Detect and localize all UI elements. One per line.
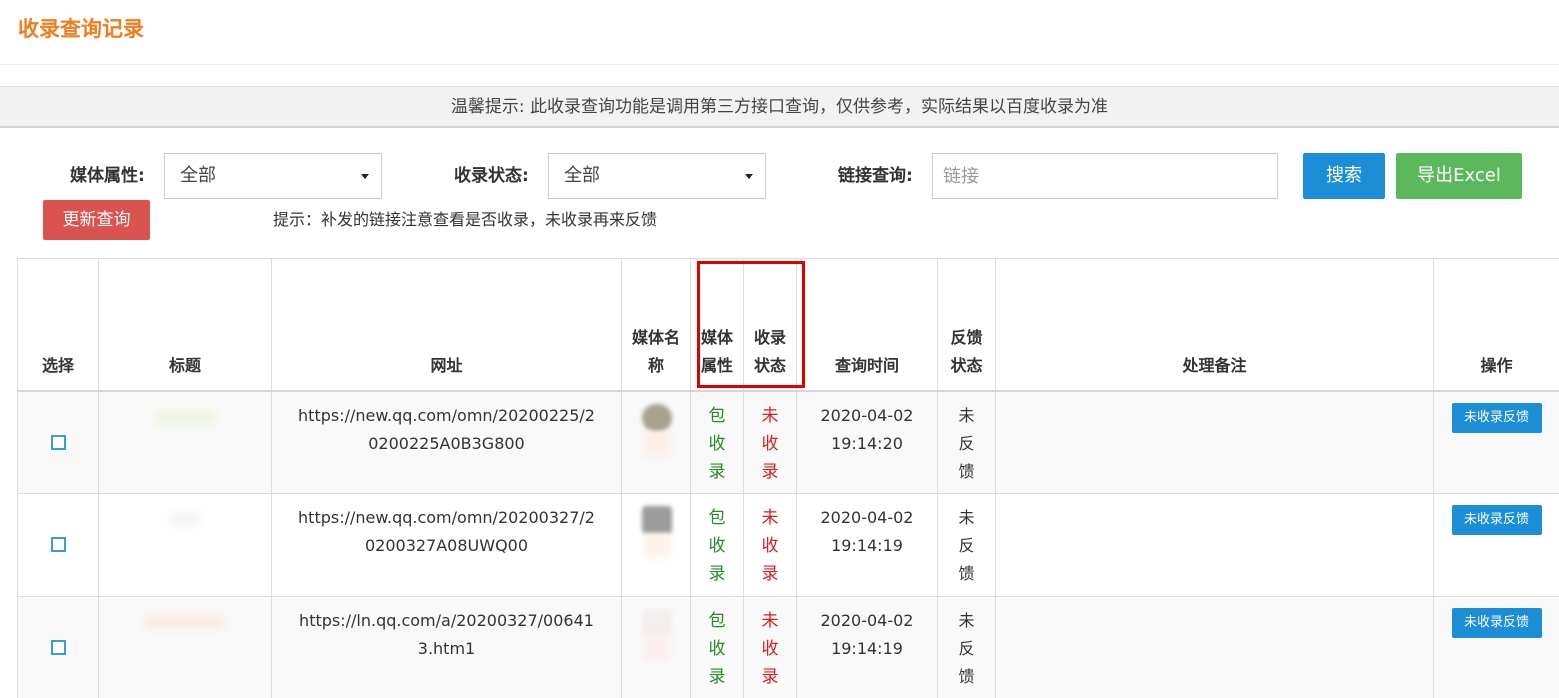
media-attr-value: 包收录 — [708, 405, 726, 482]
query-clock: 19:14:19 — [831, 639, 903, 658]
table-row: https://new.qq.com/omn/20200327/20200327… — [17, 493, 1559, 597]
header-select: 选择 — [17, 258, 99, 391]
header-feedback-status: 反馈状态 — [937, 258, 996, 391]
row-checkbox[interactable] — [50, 434, 66, 450]
note-cell — [995, 390, 1434, 494]
chevron-down-icon — [361, 174, 369, 179]
feedback-status-value: 未反馈 — [958, 611, 975, 686]
page-title: 收录查询记录 — [18, 17, 144, 41]
index-status-value: 未收录 — [761, 508, 779, 584]
blurred-title — [170, 512, 200, 526]
select-cell — [17, 596, 99, 698]
header-note: 处理备注 — [995, 258, 1434, 391]
media-attr-select-value: 全部 — [180, 165, 216, 186]
action-cell: 未收录反馈 — [1433, 493, 1559, 597]
export-excel-button[interactable]: 导出Excel — [1396, 153, 1522, 199]
index-status-select[interactable]: 全部 — [548, 153, 766, 199]
not-indexed-feedback-button[interactable]: 未收录反馈 — [1451, 402, 1542, 433]
url-cell: https://new.qq.com/omn/20200327/20200327… — [271, 493, 622, 597]
page: 收录查询记录 温馨提示: 此收录查询功能是调用第三方接口查询，仅供参考，实际结果… — [0, 0, 1559, 698]
query-date: 2020-04-02 — [820, 611, 914, 630]
action-cell: 未收录反馈 — [1433, 596, 1559, 698]
feedback-status-cell: 未反馈 — [937, 390, 996, 494]
header-query-time: 查询时间 — [796, 258, 938, 391]
url-text: https://new.qq.com/omn/20200327/20200327… — [298, 508, 595, 555]
media-name-cell — [621, 493, 691, 597]
media-attr-value: 包收录 — [708, 611, 726, 687]
select-cell — [17, 493, 99, 597]
note-cell — [995, 493, 1434, 597]
header-url: 网址 — [271, 258, 622, 391]
blurred-media-avatar — [636, 403, 676, 460]
url-cell: https://ln.qq.com/a/20200327/006413.htm1 — [271, 596, 622, 698]
query-time-cell: 2020-04-02 19:14:19 — [796, 596, 938, 698]
title-cell — [98, 493, 272, 597]
query-date: 2020-04-02 — [820, 405, 914, 425]
note-cell — [995, 596, 1434, 698]
media-attr-select[interactable]: 全部 — [164, 153, 382, 199]
not-indexed-feedback-button[interactable]: 未收录反馈 — [1451, 505, 1542, 535]
media-name-cell — [621, 596, 691, 698]
feedback-status-cell: 未反馈 — [937, 493, 996, 597]
highlight-annotation-box — [697, 261, 805, 388]
feedback-status-value: 未反馈 — [958, 405, 975, 481]
query-clock: 19:14:19 — [831, 536, 903, 555]
media-name-cell — [621, 390, 691, 494]
query-time-cell: 2020-04-02 19:14:20 — [796, 390, 938, 494]
link-query-label: 链接查询: — [838, 166, 913, 186]
media-attr-value: 包收录 — [708, 508, 726, 584]
select-cell — [17, 390, 99, 494]
link-query-input[interactable] — [932, 153, 1278, 199]
header-media-name: 媒体名称 — [621, 258, 691, 391]
media-attr-cell: 包收录 — [690, 493, 744, 597]
title-cell — [98, 596, 272, 698]
blurred-title — [155, 409, 215, 424]
feedback-status-cell: 未反馈 — [937, 596, 996, 698]
index-status-cell: 未收录 — [743, 596, 797, 698]
table-row: https://ln.qq.com/a/20200327/006413.htm1… — [17, 596, 1559, 698]
header-action: 操作 — [1433, 258, 1559, 391]
title-divider — [0, 64, 1559, 65]
media-attr-cell: 包收录 — [690, 390, 744, 494]
index-status-value: 未收录 — [761, 611, 779, 687]
feedback-status-value: 未反馈 — [958, 508, 975, 583]
url-text: https://new.qq.com/omn/20200225/20200225… — [298, 405, 595, 453]
query-time-cell: 2020-04-02 19:14:19 — [796, 493, 938, 597]
query-date: 2020-04-02 — [820, 508, 914, 527]
chevron-down-icon — [745, 174, 753, 179]
action-cell: 未收录反馈 — [1433, 390, 1559, 494]
refresh-query-button[interactable]: 更新查询 — [43, 200, 150, 240]
url-cell: https://new.qq.com/omn/20200225/20200225… — [271, 390, 622, 494]
index-status-value: 未收录 — [761, 405, 779, 482]
notice-bar: 温馨提示: 此收录查询功能是调用第三方接口查询，仅供参考，实际结果以百度收录为准 — [0, 86, 1559, 128]
table-row: https://new.qq.com/omn/20200225/20200225… — [17, 390, 1559, 494]
url-text: https://ln.qq.com/a/20200327/006413.htm1 — [299, 611, 594, 658]
title-cell — [98, 390, 272, 494]
media-attr-label: 媒体属性: — [70, 166, 145, 186]
search-button[interactable]: 搜索 — [1303, 153, 1385, 199]
hint-text: 提示：补发的链接注意查看是否收录，未收录再来反馈 — [273, 210, 658, 229]
index-status-label: 收录状态: — [454, 166, 529, 186]
not-indexed-feedback-button[interactable]: 未收录反馈 — [1451, 608, 1542, 638]
header-title: 标题 — [98, 258, 272, 391]
blurred-media-avatar — [636, 506, 676, 562]
query-clock: 19:14:20 — [831, 433, 903, 453]
index-status-select-value: 全部 — [564, 165, 600, 186]
blurred-title — [145, 615, 225, 629]
blurred-media-avatar — [636, 609, 676, 665]
media-attr-cell: 包收录 — [690, 596, 744, 698]
row-checkbox[interactable] — [50, 537, 66, 552]
row-checkbox[interactable] — [50, 640, 66, 655]
index-status-cell: 未收录 — [743, 493, 797, 597]
index-status-cell: 未收录 — [743, 390, 797, 494]
